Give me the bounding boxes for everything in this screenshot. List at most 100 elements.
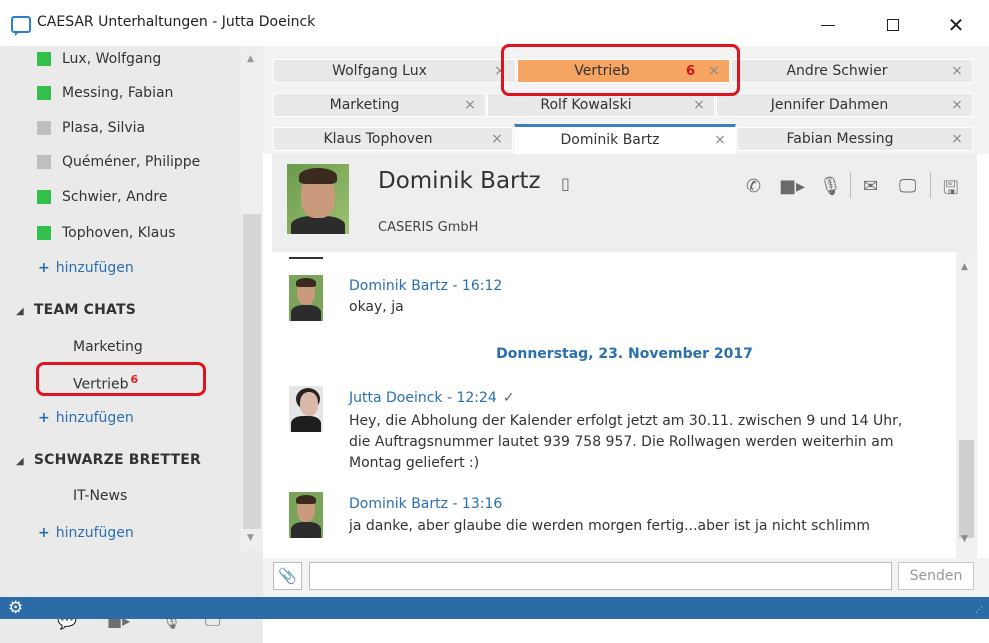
- contact-name: Plasa, Silvia: [62, 120, 146, 136]
- avatar-shirt: [291, 305, 321, 321]
- window-title: CAESAR Unterhaltungen - Jutta Doeinck: [37, 14, 316, 30]
- status-indicator: [37, 226, 51, 240]
- contact-item[interactable]: Plasa, Silvia: [37, 117, 145, 139]
- video-camera-icon[interactable]: ■▸: [779, 176, 805, 197]
- tab-label: Fabian Messing: [786, 131, 894, 147]
- collapse-triangle-icon: ◢: [16, 306, 24, 317]
- tab-jennifer-dahmen[interactable]: Jennifer Dahmen ×: [716, 93, 973, 117]
- tab-wolfgang-lux[interactable]: Wolfgang Lux ×: [273, 59, 516, 83]
- read-check-icon: ✓: [502, 390, 515, 406]
- tab-klaus-tophoven[interactable]: Klaus Tophoven ×: [273, 127, 513, 151]
- sidebar: Lux, Wolfgang Messing, Fabian Plasa, Sil…: [0, 46, 263, 643]
- tab-close-icon[interactable]: ×: [942, 131, 972, 147]
- plus-icon: +: [38, 525, 50, 541]
- contact-company: CASERIS GmbH: [378, 220, 479, 235]
- resize-grip-icon[interactable]: ⋰: [975, 605, 984, 614]
- contact-item[interactable]: Quéméner, Philippe: [37, 151, 200, 173]
- add-team-chat-link[interactable]: + hinzufügen: [38, 410, 134, 426]
- contact-name: Dominik Bartz: [378, 168, 541, 194]
- email-icon[interactable]: ✉: [863, 176, 878, 197]
- scroll-down-icon[interactable]: ▼: [247, 533, 254, 543]
- team-chats-header[interactable]: ◢ TEAM CHATS: [16, 302, 136, 318]
- avatar-hair: [296, 278, 316, 287]
- board-it-news[interactable]: IT-News: [73, 488, 127, 504]
- scroll-thumb[interactable]: [243, 214, 261, 529]
- team-chat-marketing[interactable]: Marketing: [73, 339, 143, 355]
- paperclip-icon: 📎: [278, 567, 297, 585]
- close-button[interactable]: ✕: [933, 10, 979, 40]
- screen-share-icon[interactable]: 🖵: [899, 176, 916, 197]
- divider: [930, 172, 931, 198]
- contact-name: Tophoven, Klaus: [62, 225, 176, 241]
- maximize-icon: [887, 19, 899, 31]
- message-author: Jutta Doeinck - 12:24 ✓: [349, 390, 515, 406]
- divider: [289, 257, 323, 259]
- tab-fabian-messing[interactable]: Fabian Messing ×: [737, 127, 973, 151]
- avatar-face: [300, 392, 318, 416]
- send-button[interactable]: Senden: [898, 562, 974, 590]
- message-input[interactable]: [309, 562, 892, 590]
- maximize-button[interactable]: [870, 10, 916, 40]
- scroll-thumb[interactable]: [959, 440, 974, 538]
- contact-item[interactable]: Tophoven, Klaus: [37, 222, 176, 244]
- contact-name: Schwier, Andre: [62, 189, 168, 205]
- status-indicator: [37, 86, 51, 100]
- avatar: [289, 492, 323, 538]
- add-contact-link[interactable]: + hinzufügen: [38, 260, 134, 276]
- status-indicator: [37, 121, 51, 135]
- contact-header: Dominik Bartz ▯ CASERIS GmbH ✆ ■▸ 🎙 ✉ 🖵 …: [272, 154, 977, 252]
- tab-label: Wolfgang Lux: [332, 63, 427, 79]
- conversation-tabs: Wolfgang Lux × Vertrieb 6 × Andre Schwier × …: [263, 44, 989, 154]
- tab-label: Andre Schwier: [786, 63, 888, 79]
- scroll-down-icon[interactable]: ▼: [961, 534, 968, 544]
- tab-close-icon[interactable]: ×: [942, 63, 972, 79]
- phone-call-icon[interactable]: ✆: [746, 176, 761, 197]
- contact-name: Lux, Wolfgang: [62, 51, 162, 67]
- contact-name: Quéméner, Philippe: [62, 154, 201, 170]
- tab-dominik-bartz[interactable]: Dominik Bartz ×: [514, 124, 736, 154]
- message-author: Dominik Bartz - 13:16: [349, 496, 503, 512]
- scroll-up-icon[interactable]: ▲: [247, 54, 254, 64]
- save-icon[interactable]: 🖫: [943, 176, 958, 206]
- avatar-shirt: [291, 216, 345, 234]
- tab-close-icon[interactable]: ×: [684, 97, 714, 113]
- avatar-hair: [299, 168, 337, 184]
- collapse-triangle-icon: ◢: [16, 456, 24, 467]
- boards-header[interactable]: ◢ SCHWARZE BRETTER: [16, 452, 201, 468]
- tab-label: Jennifer Dahmen: [770, 97, 889, 113]
- tab-close-icon[interactable]: ×: [455, 97, 485, 113]
- scroll-up-icon[interactable]: ▲: [961, 262, 968, 272]
- avatar: [289, 386, 323, 432]
- message-author: Dominik Bartz - 16:12: [349, 278, 503, 294]
- microphone-icon[interactable]: 🎙: [819, 176, 842, 197]
- minimize-icon: [821, 24, 835, 26]
- add-label: hinzufügen: [55, 525, 134, 541]
- tab-marketing[interactable]: Marketing ×: [273, 93, 486, 117]
- tab-label: Rolf Kowalski: [540, 97, 632, 113]
- sidebar-scrollbar[interactable]: ▲ ▼: [241, 46, 263, 551]
- attach-button[interactable]: 📎: [273, 562, 302, 590]
- date-separator: Donnerstag, 23. November 2017: [496, 346, 753, 362]
- title-bar: CAESAR Unterhaltungen - Jutta Doeinck ✕: [0, 0, 989, 46]
- contact-item[interactable]: Messing, Fabian: [37, 82, 173, 104]
- plus-icon: +: [38, 260, 50, 276]
- message-text: Hey, die Abholung der Kalender erfolgt j…: [349, 413, 903, 471]
- tab-andre-schwier[interactable]: Andre Schwier ×: [731, 59, 973, 83]
- minimize-button[interactable]: [805, 10, 851, 40]
- message-composer: 📎 Senden: [263, 558, 989, 597]
- tab-rolf-kowalski[interactable]: Rolf Kowalski ×: [487, 93, 715, 117]
- add-board-link[interactable]: + hinzufügen: [38, 525, 134, 541]
- status-bar: ⚙ ⋰: [0, 597, 989, 619]
- gear-icon[interactable]: ⚙: [8, 598, 23, 618]
- tab-close-icon[interactable]: ×: [705, 132, 735, 148]
- contact-item[interactable]: Lux, Wolfgang: [37, 48, 161, 70]
- section-title: SCHWARZE BRETTER: [33, 452, 201, 468]
- avatar: [289, 275, 323, 321]
- messages-scrollbar[interactable]: ▲ ▼: [956, 252, 977, 558]
- contact-item[interactable]: Schwier, Andre: [37, 186, 167, 208]
- status-indicator: [37, 155, 51, 169]
- tab-close-icon[interactable]: ×: [482, 131, 512, 147]
- highlight-box: [36, 362, 206, 396]
- tab-close-icon[interactable]: ×: [942, 97, 972, 113]
- message-text: okay, ja: [349, 299, 404, 315]
